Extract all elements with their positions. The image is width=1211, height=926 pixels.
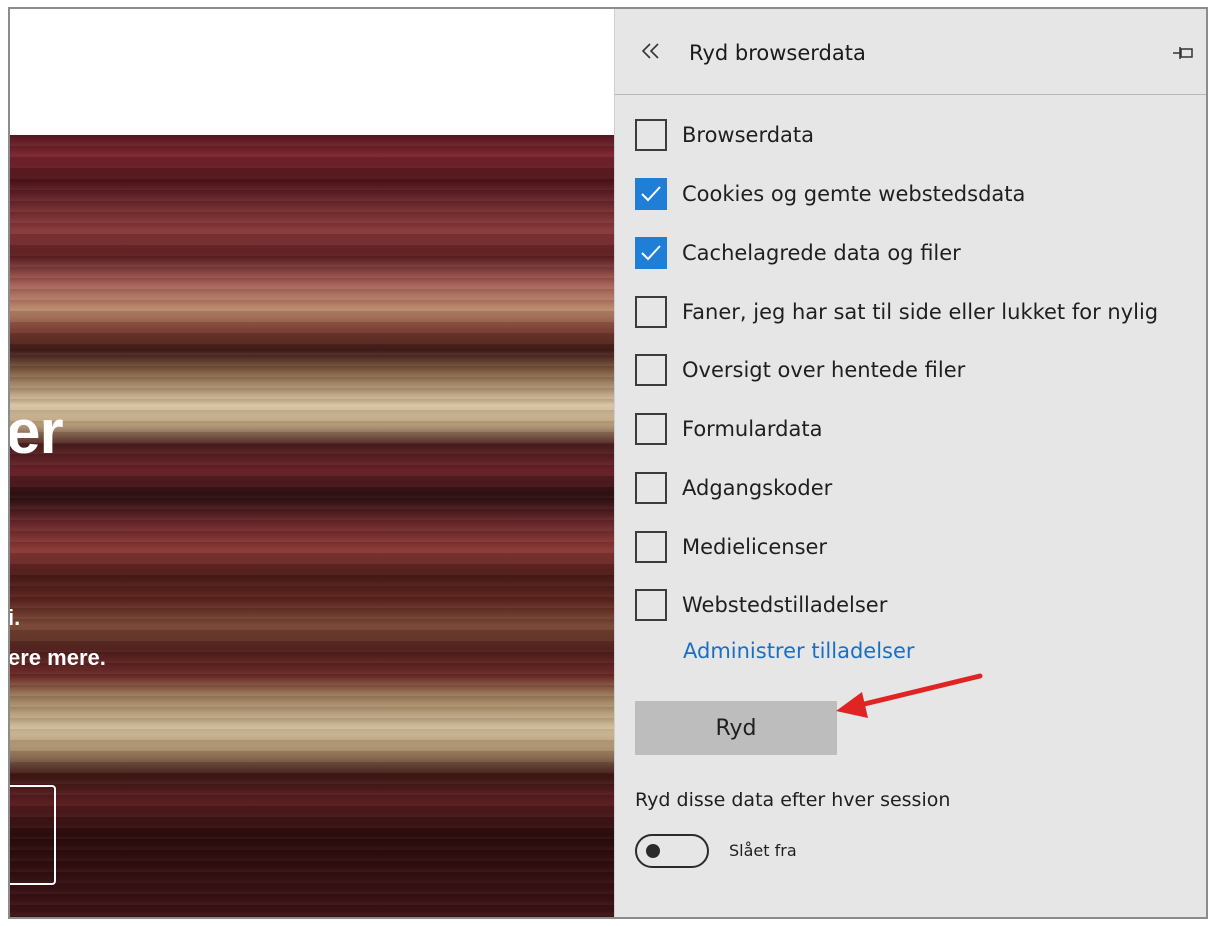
checkbox-cookies[interactable] — [635, 178, 667, 210]
option-download-history[interactable]: Oversigt over hentede filer — [635, 350, 965, 390]
option-label: Cachelagrede data og filer — [682, 241, 961, 265]
clear-button[interactable]: Ryd — [635, 701, 837, 755]
option-label: Browserdata — [682, 123, 815, 147]
option-label: Medielicenser — [682, 535, 828, 559]
option-cached-data[interactable]: Cachelagrede data og filer — [635, 233, 961, 273]
hero-button[interactable] — [10, 785, 56, 885]
toggle-knob — [646, 844, 660, 858]
clear-on-exit-toggle[interactable] — [635, 834, 709, 868]
hero-text-line-2: ere mere. — [10, 645, 106, 670]
toggle-state-label: Slået fra — [729, 841, 797, 860]
panel-header: Ryd browserdata — [615, 9, 1206, 95]
checkbox-browserdata[interactable] — [635, 119, 667, 151]
option-tabs[interactable]: Faner, jeg har sat til side eller lukket… — [635, 292, 1158, 332]
option-label: Adgangskoder — [682, 476, 833, 500]
option-label: Webstedstilladelser — [682, 593, 888, 617]
checkbox-media-licenses[interactable] — [635, 531, 667, 563]
checkmark-icon — [641, 186, 661, 202]
option-label: Oversigt over hentede filer — [682, 358, 966, 382]
checkbox-tabs[interactable] — [635, 296, 667, 328]
double-chevron-left-icon[interactable] — [639, 39, 663, 63]
option-label: Faner, jeg har sat til side eller lukket… — [682, 300, 1159, 324]
clear-on-exit-label: Ryd disse data efter hver session — [635, 789, 951, 811]
checkbox-form-data[interactable] — [635, 413, 667, 445]
checkbox-download-history[interactable] — [635, 354, 667, 386]
option-label: Formulardata — [682, 417, 823, 441]
pin-icon[interactable] — [1172, 45, 1194, 61]
checkbox-site-permissions[interactable] — [635, 589, 667, 621]
hero-heading: er — [10, 398, 64, 467]
hero-text-line-1: i. — [10, 605, 21, 630]
panel-title: Ryd browserdata — [689, 41, 866, 65]
web-page-content: er i. ere mere. — [10, 9, 614, 917]
checkbox-cached-data[interactable] — [635, 237, 667, 269]
checkbox-passwords[interactable] — [635, 472, 667, 504]
hero-image — [10, 135, 614, 917]
clear-browsing-data-panel: Ryd browserdata Browserdata Cookies og g… — [614, 9, 1206, 917]
option-passwords[interactable]: Adgangskoder — [635, 468, 832, 508]
checkmark-icon — [641, 245, 661, 261]
option-form-data[interactable]: Formulardata — [635, 409, 822, 449]
option-label: Cookies og gemte webstedsdata — [682, 182, 1026, 206]
option-browserdata[interactable]: Browserdata — [635, 115, 814, 155]
browser-window: er i. ere mere. Ryd browserdata Browserd… — [8, 7, 1208, 919]
option-cookies[interactable]: Cookies og gemte webstedsdata — [635, 174, 1025, 214]
option-media-licenses[interactable]: Medielicenser — [635, 527, 827, 567]
option-site-permissions[interactable]: Webstedstilladelser — [635, 585, 887, 625]
manage-permissions-link[interactable]: Administrer tilladelser — [683, 639, 915, 663]
